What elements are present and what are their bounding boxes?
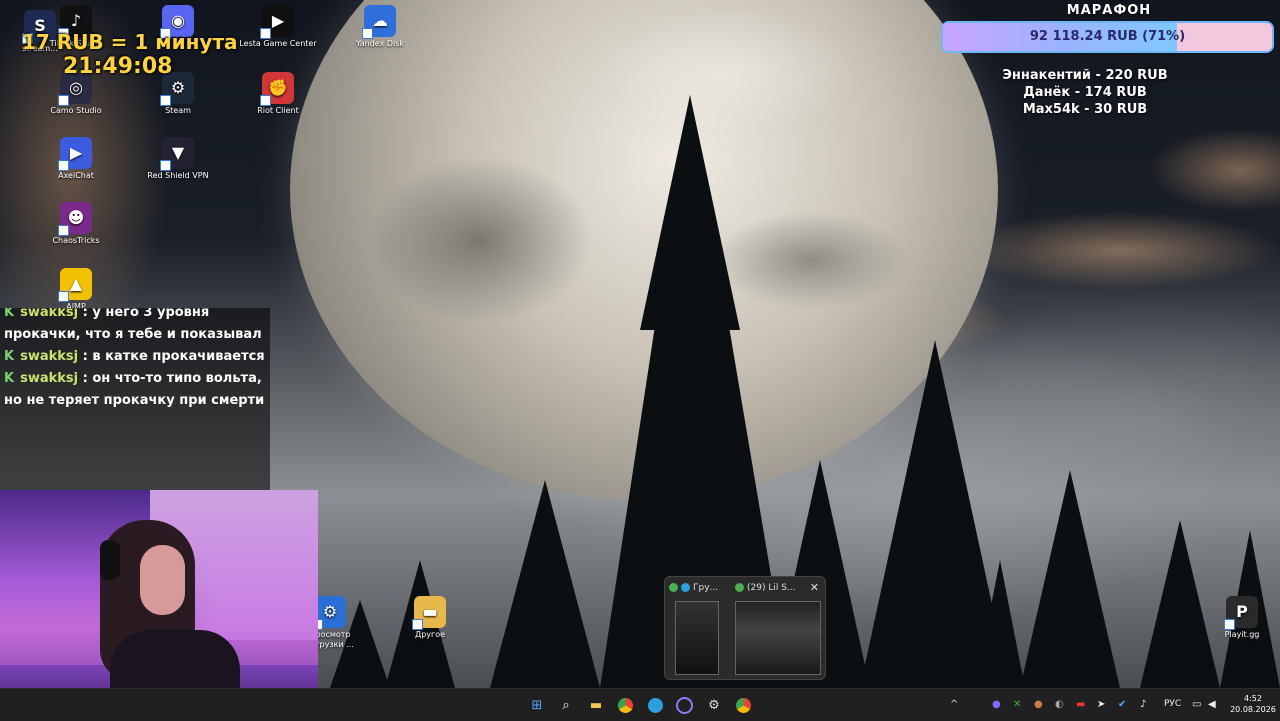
telegram-icon[interactable] <box>645 695 665 715</box>
chat-message: Kswakksj : он что-то типо вольта, но не … <box>0 368 270 412</box>
telegram-icon <box>681 583 690 592</box>
obs-icon[interactable] <box>674 695 694 715</box>
desktop-icon-label: Steam <box>165 106 191 115</box>
close-icon[interactable]: ✕ <box>810 581 819 594</box>
chat-text: : в катке прокачивается <box>82 349 265 364</box>
system-clock[interactable]: 4:52 20.08.2026 <box>1228 693 1278 715</box>
marathon-timer: 21:49:08 <box>63 54 173 79</box>
marathon-progress-bar: 92 118.24 RUB (71%) <box>941 21 1274 53</box>
desktop-icon[interactable]: ▬ Другое <box>390 596 470 640</box>
search-icon[interactable]: ⌕ <box>556 695 576 715</box>
progress-label: 92 118.24 RUB (71%) <box>1029 29 1186 44</box>
platform-icon: K <box>4 371 15 386</box>
preview-window-1[interactable]: Гру... <box>669 577 731 679</box>
chevron-up-icon[interactable]: ^ <box>950 699 958 710</box>
desktop-icon-label: Playit.gg <box>1224 630 1260 639</box>
donor-list: Эннакентий - 220 RUB Данёк - 174 RUB Max… <box>985 67 1185 118</box>
app-icon: ▶ <box>58 137 92 171</box>
volume-icon[interactable]: ◀ <box>1208 699 1216 710</box>
platform-icon: K <box>4 349 15 364</box>
donor-item: Данёк - 174 RUB <box>1023 85 1147 100</box>
tray-app-icon[interactable]: ▬ <box>1076 699 1085 710</box>
chat-message: Kswakksj : у него 3 уровня прокачки, что… <box>0 308 270 346</box>
desktop-icon-label: AxelChat <box>58 171 94 180</box>
chrome-icon[interactable] <box>733 695 753 715</box>
desktop-icon[interactable]: ▼ Red Shield VPN <box>138 137 218 181</box>
rate-counter: 17 RUB = 1 минута <box>22 30 238 54</box>
desktop-icon[interactable]: ✊ Riot Client <box>238 72 318 116</box>
app-icon: P <box>1224 596 1258 630</box>
desktop-icon-label: Red Shield VPN <box>147 171 209 180</box>
taskbar-window-preview[interactable]: Гру... (29) Lil S... ✕ <box>664 576 826 680</box>
chat-username: swakksj <box>20 349 79 364</box>
taskbar: ⊞ ⌕ ▬ ⚙ ^ ● ✕ ● ◐ ▬ ➤ ✔ ♪ РУС ▭ ◀ 4:52 2… <box>0 688 1280 721</box>
app-icon: ▬ <box>412 596 446 630</box>
window-title: (29) Lil S... <box>747 583 796 593</box>
microphone-icon[interactable]: ♪ <box>1140 699 1146 710</box>
app-icon: ☁ <box>362 5 396 39</box>
desktop-icon-label: Yandex Disk <box>355 39 405 48</box>
app-icon: ▲ <box>58 268 92 302</box>
chat-username: swakksj <box>20 371 79 386</box>
chrome-icon <box>735 583 744 592</box>
desktop-icon[interactable]: ▲ AIMP <box>36 268 116 312</box>
app-icon: ▶ <box>260 5 294 39</box>
tray-app-icon[interactable]: ● <box>1034 699 1043 710</box>
file-explorer-icon[interactable]: ▬ <box>586 695 606 715</box>
desktop-icon[interactable]: ☁ Yandex Disk <box>340 5 420 49</box>
start-icon[interactable]: ⊞ <box>527 695 547 715</box>
desktop-icon-label: Другое <box>414 630 446 639</box>
desktop-icon-label: ChaosTricks <box>52 236 100 245</box>
chat-username: swakksj <box>20 308 79 320</box>
donor-item: Max54k - 30 RUB <box>1022 102 1148 117</box>
desktop-icon-label: Lesta Game Center <box>239 39 317 48</box>
window-title: Гру... <box>693 583 719 593</box>
app-icon: ▼ <box>160 137 194 171</box>
chrome-icon <box>669 583 678 592</box>
app-icon[interactable]: ⚙ <box>704 695 724 715</box>
tray-app-icon[interactable]: ◐ <box>1055 699 1064 710</box>
chrome-icon[interactable] <box>615 695 635 715</box>
desktop-icon-label: Riot Client <box>257 106 299 115</box>
tray-app-icon[interactable]: ✔ <box>1118 699 1126 710</box>
desktop-icon[interactable]: ▶ AxelChat <box>36 137 116 181</box>
chat-message: Kswakksj : в катке прокачивается <box>0 346 270 368</box>
marathon-title: МАРАФОН <box>1066 3 1152 18</box>
tray-app-icon[interactable]: ● <box>992 699 1001 710</box>
app-icon: ⚙ <box>312 596 346 630</box>
window-thumbnail <box>675 601 719 675</box>
platform-icon: K <box>4 308 15 320</box>
desktop-icon-label: Camo Studio <box>50 106 102 115</box>
desktop-icon[interactable]: ▶ Lesta Game Center <box>238 5 318 49</box>
webcam-overlay <box>0 490 318 720</box>
clock-time: 4:52 <box>1244 694 1262 703</box>
stream-chat-overlay: Kswakksj : у него 3 уровня прокачки, что… <box>0 308 270 490</box>
donor-item: Эннакентий - 220 RUB <box>1002 68 1168 83</box>
telegram-tray-icon[interactable]: ➤ <box>1097 699 1105 710</box>
app-icon: ☻ <box>58 202 92 236</box>
display-icon[interactable]: ▭ <box>1192 699 1201 710</box>
desktop-icon[interactable]: ☻ ChaosTricks <box>36 202 116 246</box>
window-thumbnail <box>735 601 821 675</box>
app-icon: ✊ <box>260 72 294 106</box>
language-indicator[interactable]: РУС <box>1164 699 1181 709</box>
desktop-icon[interactable]: P Playit.gg <box>1202 596 1280 640</box>
xbox-icon[interactable]: ✕ <box>1013 699 1021 710</box>
clock-date: 20.08.2026 <box>1230 705 1276 714</box>
